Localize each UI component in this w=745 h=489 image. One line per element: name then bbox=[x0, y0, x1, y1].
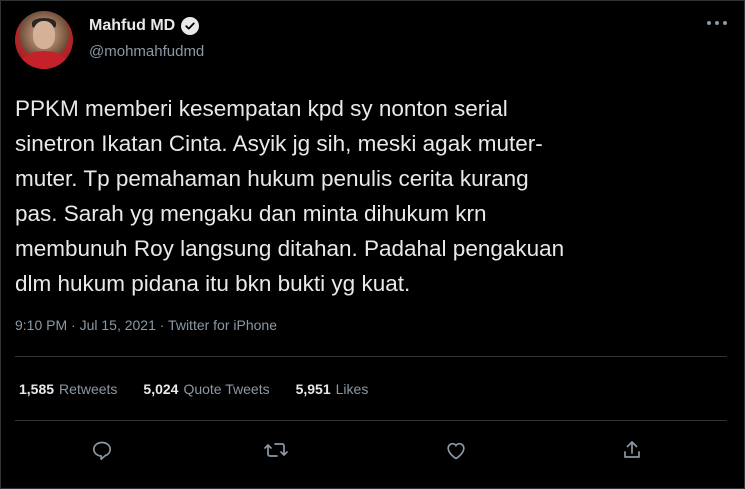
divider bbox=[15, 420, 727, 421]
tweet-text-line: membunuh Roy langsung ditahan. Padahal p… bbox=[15, 236, 565, 261]
likes-count: 5,951 bbox=[295, 381, 331, 397]
tweet-text-line: sinetron Ikatan Cinta. Asyik jg sih, mes… bbox=[15, 131, 543, 156]
tweet-actions bbox=[1, 435, 745, 471]
tweet-card: Mahfud MD @mohmahfudmd PPKM memberi kese… bbox=[0, 0, 745, 489]
retweets-count: 1,585 bbox=[19, 381, 55, 397]
likes-stat[interactable]: 5,951 Likes bbox=[296, 381, 369, 397]
tweet-header: Mahfud MD @mohmahfudmd bbox=[15, 11, 730, 69]
tweet-text-line: pas. Sarah yg mengaku dan minta dihukum … bbox=[15, 201, 487, 226]
reply-icon[interactable] bbox=[87, 435, 117, 465]
quote-tweets-count: 5,024 bbox=[143, 381, 179, 397]
tweet-text-line: PPKM memberi kesempatan kpd sy nonton se… bbox=[15, 96, 508, 121]
quote-tweets-stat[interactable]: 5,024 Quote Tweets bbox=[143, 381, 269, 397]
more-options-icon[interactable] bbox=[704, 13, 730, 35]
verified-badge-icon bbox=[181, 17, 200, 35]
avatar[interactable] bbox=[15, 11, 73, 69]
share-icon[interactable] bbox=[617, 435, 647, 465]
tweet-stats: 1,585 Retweets 5,024 Quote Tweets 5,951 … bbox=[19, 381, 394, 397]
retweets-label: Retweets bbox=[59, 381, 118, 397]
tweet-timestamp[interactable]: 9:10 PM · Jul 15, 2021 · Twitter for iPh… bbox=[15, 317, 277, 333]
like-icon[interactable] bbox=[441, 435, 471, 465]
tweet-text-line: muter. Tp pemahaman hukum penulis cerita… bbox=[15, 166, 529, 191]
author-name[interactable]: Mahfud MD bbox=[89, 17, 175, 35]
retweet-icon[interactable] bbox=[261, 435, 291, 465]
avatar-face bbox=[33, 21, 55, 49]
quote-tweets-label: Quote Tweets bbox=[183, 381, 270, 397]
divider bbox=[15, 356, 727, 357]
likes-label: Likes bbox=[335, 381, 369, 397]
author-name-row: Mahfud MD bbox=[89, 17, 200, 35]
tweet-text: PPKM memberi kesempatan kpd sy nonton se… bbox=[15, 91, 715, 301]
retweets-stat[interactable]: 1,585 Retweets bbox=[19, 381, 117, 397]
author-handle[interactable]: @mohmahfudmd bbox=[89, 43, 204, 60]
avatar-shirt bbox=[21, 51, 67, 69]
tweet-text-line: dlm hukum pidana itu bkn bukti yg kuat. bbox=[15, 271, 411, 296]
